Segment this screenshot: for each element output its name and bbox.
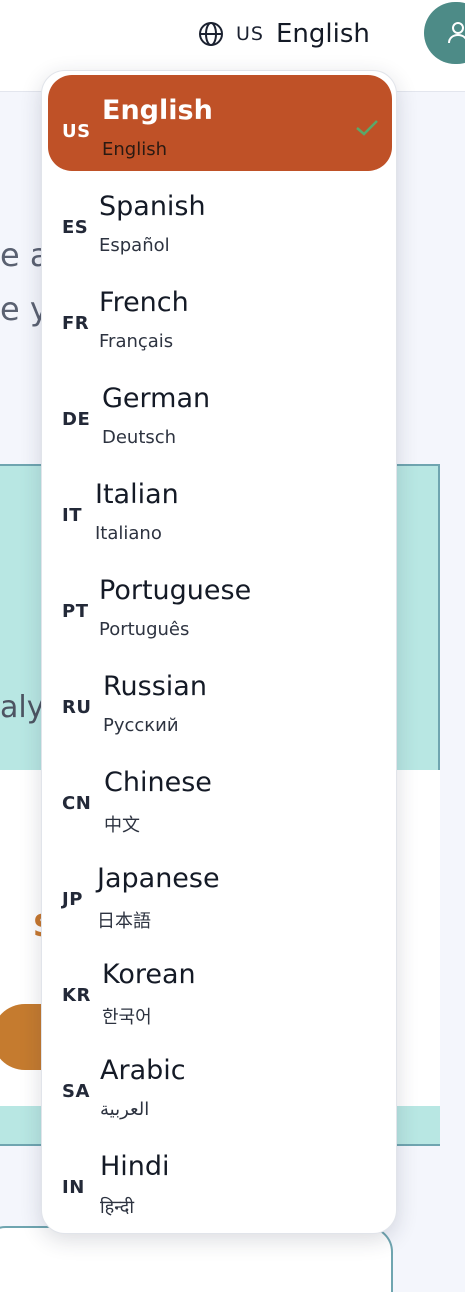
language-selector-button[interactable]: US English [198, 16, 370, 52]
language-option-native-name: Deutsch [102, 427, 177, 448]
language-option-name: Portuguese [99, 575, 252, 606]
language-option-native-name: Русский [103, 715, 179, 736]
language-dropdown: US English English ES Spanish Español FR French… [41, 70, 397, 1234]
language-option-name: English [102, 95, 213, 126]
language-option-name: Arabic [100, 1055, 186, 1086]
language-option-name: Italian [95, 479, 179, 510]
language-option-code: CN [62, 793, 92, 814]
language-option-native-name: Español [99, 235, 170, 256]
language-option-name: Spanish [99, 191, 206, 222]
language-option-name: Chinese [104, 767, 212, 798]
language-option-code: RU [62, 697, 92, 718]
language-option-korean[interactable]: KR Korean 한국어 [48, 939, 392, 1035]
language-option-name: Japanese [97, 863, 220, 894]
language-option-code: IN [62, 1177, 85, 1198]
user-account-button[interactable] [424, 2, 465, 64]
language-option-native-name: 中文 [104, 815, 140, 836]
bottom-card [0, 1226, 393, 1292]
language-option-spanish[interactable]: ES Spanish Español [48, 171, 392, 267]
language-option-name: Hindi [100, 1151, 170, 1182]
feature-card-text: aly [0, 690, 45, 725]
language-option-italian[interactable]: IT Italian Italiano [48, 459, 392, 555]
language-option-code: ES [62, 217, 89, 238]
language-option-hindi[interactable]: IN Hindi हिन्दी [48, 1131, 392, 1227]
language-option-name: German [102, 383, 211, 414]
current-language-code: US [236, 23, 264, 45]
language-option-code: FR [62, 313, 90, 334]
language-option-code: IT [62, 505, 82, 526]
language-option-name: Russian [103, 671, 207, 702]
language-option-native-name: Português [99, 619, 190, 640]
language-option-english[interactable]: US English English [48, 75, 392, 171]
language-option-code: JP [62, 889, 83, 910]
language-option-native-name: Italiano [95, 523, 162, 544]
language-option-arabic[interactable]: SA Arabic العربية [48, 1035, 392, 1131]
language-option-native-name: English [102, 139, 167, 160]
language-option-japanese[interactable]: JP Japanese 日本語 [48, 843, 392, 939]
language-option-native-name: Français [99, 331, 174, 352]
check-icon [356, 120, 378, 136]
language-option-code: PT [62, 601, 89, 622]
language-option-native-name: हिन्दी [100, 1197, 135, 1218]
language-option-french[interactable]: FR French Français [48, 267, 392, 363]
language-option-portuguese[interactable]: PT Portuguese Português [48, 555, 392, 651]
user-icon [448, 22, 465, 44]
current-language-label: English [275, 19, 370, 49]
language-option-native-name: 日本語 [97, 911, 151, 932]
language-option-native-name: 한국어 [102, 1007, 152, 1028]
language-option-code: DE [62, 409, 91, 430]
globe-icon [198, 21, 224, 47]
language-option-code: US [62, 121, 91, 142]
language-option-code: SA [62, 1081, 90, 1102]
language-option-native-name: العربية [100, 1099, 150, 1120]
language-option-russian[interactable]: RU Russian Русский [48, 651, 392, 747]
language-option-german[interactable]: DE German Deutsch [48, 363, 392, 459]
language-option-chinese[interactable]: CN Chinese 中文 [48, 747, 392, 843]
language-option-name: French [99, 287, 189, 318]
language-option-code: KR [62, 985, 91, 1006]
language-option-name: Korean [102, 959, 196, 990]
